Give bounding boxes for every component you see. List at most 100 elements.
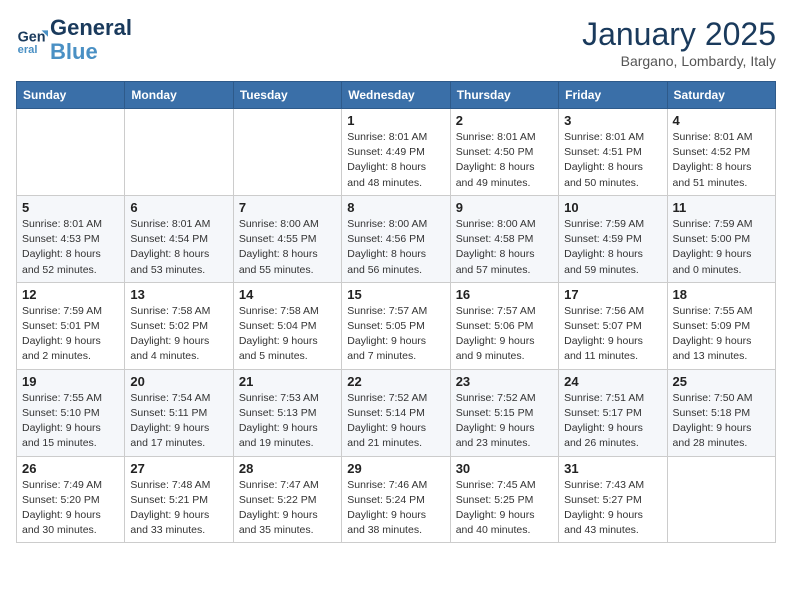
day-info: Sunrise: 7:48 AMSunset: 5:21 PMDaylight:… <box>130 478 227 539</box>
calendar-cell: 4Sunrise: 8:01 AMSunset: 4:52 PMDaylight… <box>667 109 775 196</box>
day-number: 24 <box>564 374 661 389</box>
calendar-cell: 30 Sunrise: 7:45 AMSunset: 5:25 PMDayligh… <box>450 456 558 543</box>
calendar-cell: 20Sunrise: 7:54 AMSunset: 5:11 PMDayligh… <box>125 369 233 456</box>
calendar-week-row: 5 Sunrise: 8:01 AMSunset: 4:53 PMDaylight… <box>17 195 776 282</box>
calendar-cell: 24 Sunrise: 7:51 AMSunset: 5:17 PMDayligh… <box>559 369 667 456</box>
calendar-week-row: 19 Sunrise: 7:55 AMSunset: 5:10 PMDayligh… <box>17 369 776 456</box>
weekday-header-monday: Monday <box>125 82 233 109</box>
day-info: Sunrise: 8:00 AMSunset: 4:56 PMDaylight:… <box>347 217 444 278</box>
calendar-header: SundayMondayTuesdayWednesdayThursdayFrid… <box>17 82 776 109</box>
calendar-cell: 31 Sunrise: 7:43 AMSunset: 5:27 PMDayligh… <box>559 456 667 543</box>
calendar-week-row: 1 Sunrise: 8:01 AMSunset: 4:49 PMDaylight… <box>17 109 776 196</box>
day-info: Sunrise: 8:01 AMSunset: 4:53 PMDaylight:… <box>22 217 119 278</box>
calendar-cell <box>17 109 125 196</box>
weekday-row: SundayMondayTuesdayWednesdayThursdayFrid… <box>17 82 776 109</box>
day-info: Sunrise: 8:00 AMSunset: 4:58 PMDaylight:… <box>456 217 553 278</box>
location-subtitle: Bargano, Lombardy, Italy <box>582 53 776 69</box>
calendar-body: 1 Sunrise: 8:01 AMSunset: 4:49 PMDaylight… <box>17 109 776 543</box>
day-number: 21 <box>239 374 336 389</box>
day-info: Sunrise: 8:00 AMSunset: 4:55 PMDaylight:… <box>239 217 336 278</box>
day-number: 19 <box>22 374 119 389</box>
day-number: 16 <box>456 287 553 302</box>
day-number: 28 <box>239 461 336 476</box>
day-number: 15 <box>347 287 444 302</box>
calendar-cell: 14Sunrise: 7:58 AMSunset: 5:04 PMDayligh… <box>233 282 341 369</box>
day-info: Sunrise: 7:57 AMSunset: 5:06 PMDaylight:… <box>456 304 553 365</box>
calendar-cell: 2 Sunrise: 8:01 AMSunset: 4:50 PMDaylight… <box>450 109 558 196</box>
logo-text: General Blue <box>50 16 132 64</box>
day-info: Sunrise: 7:59 AMSunset: 5:01 PMDaylight:… <box>22 304 119 365</box>
day-number: 6 <box>130 200 227 215</box>
day-info: Sunrise: 8:01 AMSunset: 4:50 PMDaylight:… <box>456 130 553 191</box>
day-number: 9 <box>456 200 553 215</box>
calendar-cell: 18 Sunrise: 7:55 AMSunset: 5:09 PMDayligh… <box>667 282 775 369</box>
weekday-header-wednesday: Wednesday <box>342 82 450 109</box>
day-number: 17 <box>564 287 661 302</box>
day-number: 10 <box>564 200 661 215</box>
day-number: 31 <box>564 461 661 476</box>
title-block: January 2025 Bargano, Lombardy, Italy <box>582 16 776 69</box>
day-info: Sunrise: 7:57 AMSunset: 5:05 PMDaylight:… <box>347 304 444 365</box>
day-info: Sunrise: 7:46 AMSunset: 5:24 PMDaylight:… <box>347 478 444 539</box>
calendar-cell: 1 Sunrise: 8:01 AMSunset: 4:49 PMDaylight… <box>342 109 450 196</box>
day-number: 30 <box>456 461 553 476</box>
day-info: Sunrise: 7:52 AMSunset: 5:15 PMDaylight:… <box>456 391 553 452</box>
calendar-cell: 28 Sunrise: 7:47 AMSunset: 5:22 PMDayligh… <box>233 456 341 543</box>
day-info: Sunrise: 7:43 AMSunset: 5:27 PMDaylight:… <box>564 478 661 539</box>
calendar-cell: 3 Sunrise: 8:01 AMSunset: 4:51 PMDaylight… <box>559 109 667 196</box>
svg-text:eral: eral <box>18 44 38 56</box>
calendar-cell: 11Sunrise: 7:59 AMSunset: 5:00 PMDayligh… <box>667 195 775 282</box>
day-info: Sunrise: 8:01 AMSunset: 4:49 PMDaylight:… <box>347 130 444 191</box>
calendar-cell: 5 Sunrise: 8:01 AMSunset: 4:53 PMDaylight… <box>17 195 125 282</box>
calendar-cell: 22 Sunrise: 7:52 AMSunset: 5:14 PMDayligh… <box>342 369 450 456</box>
calendar-cell: 23 Sunrise: 7:52 AMSunset: 5:15 PMDayligh… <box>450 369 558 456</box>
day-number: 11 <box>673 200 770 215</box>
weekday-header-tuesday: Tuesday <box>233 82 341 109</box>
day-info: Sunrise: 7:45 AMSunset: 5:25 PMDaylight:… <box>456 478 553 539</box>
day-number: 5 <box>22 200 119 215</box>
day-info: Sunrise: 7:58 AMSunset: 5:04 PMDaylight:… <box>239 304 336 365</box>
day-number: 26 <box>22 461 119 476</box>
calendar-cell: 29 Sunrise: 7:46 AMSunset: 5:24 PMDayligh… <box>342 456 450 543</box>
day-info: Sunrise: 7:55 AMSunset: 5:10 PMDaylight:… <box>22 391 119 452</box>
day-info: Sunrise: 7:56 AMSunset: 5:07 PMDaylight:… <box>564 304 661 365</box>
day-info: Sunrise: 8:01 AMSunset: 4:51 PMDaylight:… <box>564 130 661 191</box>
day-number: 20 <box>130 374 227 389</box>
day-info: Sunrise: 7:47 AMSunset: 5:22 PMDaylight:… <box>239 478 336 539</box>
day-number: 18 <box>673 287 770 302</box>
weekday-header-sunday: Sunday <box>17 82 125 109</box>
calendar-cell <box>233 109 341 196</box>
day-number: 1 <box>347 113 444 128</box>
calendar-cell: 7Sunrise: 8:00 AMSunset: 4:55 PMDaylight… <box>233 195 341 282</box>
calendar-cell: 10 Sunrise: 7:59 AMSunset: 4:59 PMDayligh… <box>559 195 667 282</box>
day-number: 4 <box>673 113 770 128</box>
day-number: 13 <box>130 287 227 302</box>
month-title: January 2025 <box>582 16 776 53</box>
day-number: 22 <box>347 374 444 389</box>
page-header: Gen eral General Blue January 2025 Barga… <box>16 16 776 69</box>
day-info: Sunrise: 7:55 AMSunset: 5:09 PMDaylight:… <box>673 304 770 365</box>
calendar-cell: 16 Sunrise: 7:57 AMSunset: 5:06 PMDayligh… <box>450 282 558 369</box>
day-info: Sunrise: 8:01 AMSunset: 4:54 PMDaylight:… <box>130 217 227 278</box>
day-number: 23 <box>456 374 553 389</box>
day-number: 2 <box>456 113 553 128</box>
calendar-cell: 21 Sunrise: 7:53 AMSunset: 5:13 PMDayligh… <box>233 369 341 456</box>
calendar-week-row: 12Sunrise: 7:59 AMSunset: 5:01 PMDayligh… <box>17 282 776 369</box>
day-number: 29 <box>347 461 444 476</box>
day-number: 27 <box>130 461 227 476</box>
day-number: 25 <box>673 374 770 389</box>
weekday-header-friday: Friday <box>559 82 667 109</box>
logo: Gen eral General Blue <box>16 16 132 64</box>
weekday-header-thursday: Thursday <box>450 82 558 109</box>
calendar-cell: 8Sunrise: 8:00 AMSunset: 4:56 PMDaylight… <box>342 195 450 282</box>
calendar-cell: 6 Sunrise: 8:01 AMSunset: 4:54 PMDaylight… <box>125 195 233 282</box>
day-info: Sunrise: 7:52 AMSunset: 5:14 PMDaylight:… <box>347 391 444 452</box>
calendar-cell: 27 Sunrise: 7:48 AMSunset: 5:21 PMDayligh… <box>125 456 233 543</box>
day-info: Sunrise: 7:53 AMSunset: 5:13 PMDaylight:… <box>239 391 336 452</box>
day-number: 3 <box>564 113 661 128</box>
day-info: Sunrise: 7:59 AMSunset: 4:59 PMDaylight:… <box>564 217 661 278</box>
day-info: Sunrise: 7:51 AMSunset: 5:17 PMDaylight:… <box>564 391 661 452</box>
calendar-week-row: 26Sunrise: 7:49 AMSunset: 5:20 PMDayligh… <box>17 456 776 543</box>
day-info: Sunrise: 7:58 AMSunset: 5:02 PMDaylight:… <box>130 304 227 365</box>
calendar-cell: 17 Sunrise: 7:56 AMSunset: 5:07 PMDayligh… <box>559 282 667 369</box>
